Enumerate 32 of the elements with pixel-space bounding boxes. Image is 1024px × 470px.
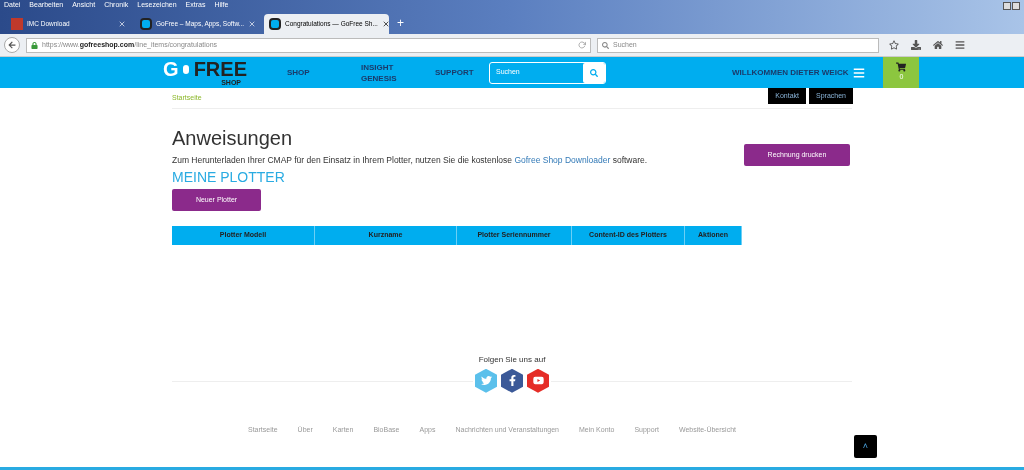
back-button[interactable] [4, 37, 20, 53]
download-icon[interactable] [911, 40, 921, 50]
back-to-top-button[interactable]: ˄ [854, 435, 877, 459]
youtube-icon[interactable] [527, 368, 549, 393]
app-icon [140, 18, 152, 30]
facebook-icon[interactable] [501, 368, 523, 393]
back-icon [8, 41, 16, 49]
cart-icon [896, 62, 907, 73]
menu-icon[interactable] [955, 40, 965, 50]
app-icon [11, 18, 23, 30]
follow-text: Folgen Sie uns auf [478, 353, 546, 366]
nav-link[interactable]: SUPPORT [435, 67, 485, 78]
close-icon[interactable] [248, 20, 257, 28]
restore-icon[interactable] [1012, 1, 1020, 10]
search-icon [602, 41, 609, 49]
home-icon[interactable] [933, 40, 943, 50]
star-icon[interactable] [889, 40, 899, 50]
lock-icon [31, 41, 38, 49]
welcome-text: WILLKOMMEN DIETER WEICK [732, 66, 849, 79]
menu-icon[interactable] [853, 66, 866, 79]
search-icon [590, 68, 598, 77]
close-icon[interactable] [118, 20, 126, 28]
section-title: MEINE PLOTTER [172, 168, 286, 185]
minimize-icon[interactable] [1003, 1, 1011, 10]
instructions-text: Zum Herunterladen Ihrer CMAP für den Einsatz in Ihrem Plotter, nutzen Sie die kostenlose Gofree Shop Downloader software. [172, 154, 648, 167]
nav-link[interactable]: SHOP [287, 67, 337, 78]
downloader-link[interactable]: Gofree Shop Downloader [514, 155, 611, 165]
close-icon[interactable] [381, 20, 390, 28]
app-icon [269, 18, 281, 30]
nav-link[interactable]: INSIGHT GENESIS [361, 61, 411, 84]
new-tab-button[interactable]: + [393, 13, 408, 32]
page-heading: Anweisungen [172, 126, 294, 150]
